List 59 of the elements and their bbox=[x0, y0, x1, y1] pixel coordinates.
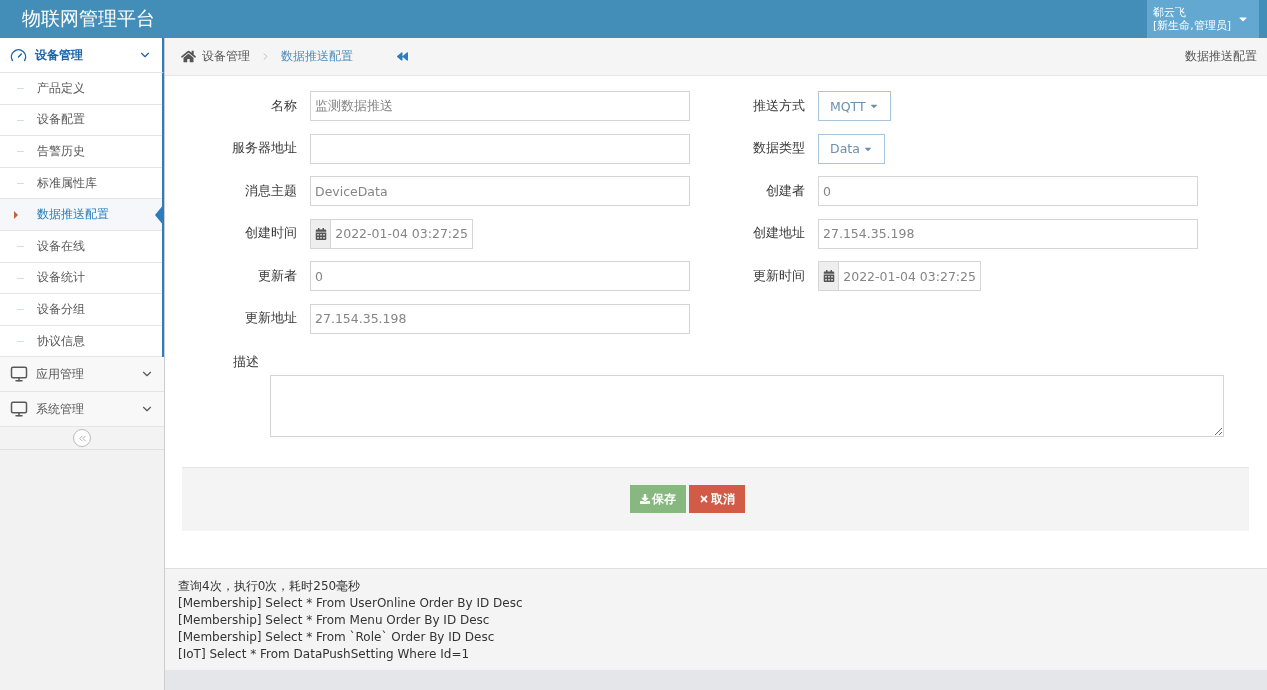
log-line: 查询4次，执行0次，耗时250毫秒 bbox=[178, 578, 362, 595]
field-label: 服务器地址 bbox=[231, 140, 297, 157]
log-line: [Membership] Select * From Menu Order By ID Desc bbox=[178, 612, 491, 629]
field-label: 更新时间 bbox=[752, 267, 805, 285]
menu-group[interactable]: 应用管理 bbox=[0, 357, 164, 393]
menu-item[interactable]: 设备在线 bbox=[0, 230, 162, 263]
text-field[interactable] bbox=[310, 133, 690, 164]
menu-item[interactable]: 标准属性库 bbox=[0, 167, 162, 200]
date-field[interactable]: 2022-01-04 03:27:25 bbox=[818, 261, 981, 291]
field-label: 名称 bbox=[270, 97, 297, 115]
text-field[interactable]: 监测数据推送 bbox=[310, 91, 690, 121]
field-label: 描述 bbox=[233, 353, 260, 371]
log-line: [Membership] Select * From UserOnline Order By ID Desc bbox=[178, 595, 524, 612]
text-field[interactable]: 0 bbox=[310, 261, 690, 291]
breadcrumb-link[interactable]: 数据推送配置 bbox=[281, 48, 353, 65]
field-label: 更新者 bbox=[257, 267, 297, 285]
page-title: 数据推送配置 bbox=[1185, 48, 1257, 65]
dropdown-button[interactable]: MQTT bbox=[818, 91, 891, 121]
cancel-button[interactable]: 取消 bbox=[689, 485, 745, 513]
gauge-icon bbox=[10, 46, 27, 64]
text-field[interactable]: 0 bbox=[818, 176, 1198, 206]
download-icon bbox=[640, 494, 650, 504]
calendar-icon bbox=[314, 227, 327, 240]
app-title: 物联网管理平台 bbox=[22, 6, 155, 31]
home-icon[interactable] bbox=[181, 49, 196, 64]
log-line: [Membership] Select * From `Role` Order By ID Desc bbox=[178, 629, 496, 646]
field-label: 创建时间 bbox=[244, 225, 297, 242]
monitor-icon bbox=[10, 365, 28, 384]
text-field[interactable]: 27.154.35.198 bbox=[818, 218, 1198, 249]
collapse-button[interactable] bbox=[73, 429, 91, 448]
description-field[interactable] bbox=[270, 374, 1224, 437]
menu-group[interactable]: 设备管理 bbox=[0, 38, 164, 73]
user-menu[interactable]: 郗云飞 [新生命,管理员] bbox=[1147, 0, 1259, 38]
field-label: 创建地址 bbox=[752, 225, 805, 242]
field-label: 推送方式 bbox=[752, 97, 805, 115]
menu-item[interactable]: 设备统计 bbox=[0, 262, 162, 295]
field-label: 数据类型 bbox=[752, 140, 805, 157]
text-field[interactable]: DeviceData bbox=[310, 176, 690, 206]
active-marker bbox=[14, 211, 18, 220]
calendar-icon bbox=[822, 270, 835, 282]
monitor-icon bbox=[10, 400, 28, 419]
text-field[interactable]: 27.154.35.198 bbox=[310, 303, 690, 334]
menu-item[interactable]: 协议信息 bbox=[0, 325, 162, 358]
close-icon bbox=[699, 494, 709, 504]
menu-item[interactable]: 数据推送配置 bbox=[0, 199, 162, 231]
menu-item[interactable]: 告警历史 bbox=[0, 136, 162, 168]
date-field[interactable]: 2022-01-04 03:27:25 bbox=[310, 218, 473, 249]
field-label: 消息主题 bbox=[244, 182, 297, 200]
menu-item[interactable]: 设备分组 bbox=[0, 294, 162, 326]
back-icon[interactable] bbox=[397, 51, 408, 62]
save-button[interactable]: 保存 bbox=[630, 485, 686, 513]
breadcrumb-link[interactable]: 设备管理 bbox=[202, 48, 250, 65]
menu-group[interactable]: 系统管理 bbox=[0, 392, 164, 428]
log-line: [IoT] Select * From DataPushSetting Where Id=1 bbox=[178, 646, 471, 663]
dropdown-button[interactable]: Data bbox=[818, 133, 885, 164]
field-label: 创建者 bbox=[765, 182, 805, 200]
field-label: 更新地址 bbox=[244, 310, 297, 327]
menu-item[interactable]: 产品定义 bbox=[0, 73, 162, 105]
menu-item[interactable]: 设备配置 bbox=[0, 104, 162, 137]
